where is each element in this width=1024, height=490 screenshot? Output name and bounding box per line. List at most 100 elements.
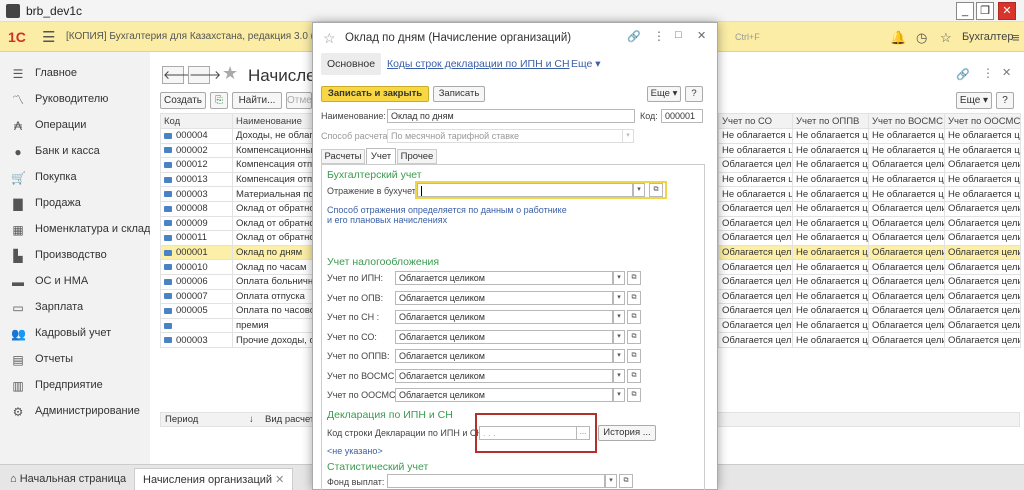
tax-dropdown-icon[interactable]: ▾ xyxy=(613,290,625,305)
tax-open-icon[interactable]: ⧉ xyxy=(627,368,641,383)
user-name[interactable]: Бухгалтер xyxy=(962,31,1013,43)
more-icon[interactable]: ⋮ xyxy=(653,29,665,43)
tax-row-field[interactable]: Облагается целиком xyxy=(395,349,613,363)
link-icon[interactable]: 🔗 xyxy=(956,68,970,81)
sidebar-item-admin[interactable]: ⚙ Администрирование xyxy=(0,399,150,425)
row-item-icon xyxy=(164,147,172,154)
decl-code-field[interactable]: . . . xyxy=(479,426,577,440)
link-icon[interactable]: 🔗 xyxy=(627,30,641,43)
history-icon[interactable]: ◷ xyxy=(916,30,927,46)
col-so[interactable]: Учет по СО xyxy=(718,113,793,129)
tax-open-icon[interactable]: ⧉ xyxy=(627,329,641,344)
sidebar-item-hr[interactable]: 👥 Кадровый учет xyxy=(0,321,150,347)
col-vosms[interactable]: Учет по ВОСМС xyxy=(868,113,945,129)
close-window-button[interactable]: ✕ xyxy=(998,2,1016,20)
list-help-button[interactable]: ? xyxy=(996,92,1014,109)
tax-dropdown-icon[interactable]: ▾ xyxy=(613,388,625,402)
tax-open-icon[interactable]: ⧉ xyxy=(627,310,641,324)
tab-main[interactable]: Основное xyxy=(321,53,381,75)
tax-dropdown-icon[interactable]: ▾ xyxy=(613,271,625,285)
tax-row-field[interactable]: Облагается целиком xyxy=(395,368,613,383)
tab-accounting[interactable]: Учет xyxy=(366,148,396,165)
sidebar-item-reports[interactable]: ▤ Отчеты xyxy=(0,347,150,373)
find-button[interactable]: Найти... xyxy=(232,92,282,109)
save-button[interactable]: Записать xyxy=(433,86,485,102)
minimize-button[interactable]: _ xyxy=(956,2,974,20)
cell-name: Доходы, не облагаемые xyxy=(232,128,315,144)
reflect-open-icon[interactable]: ⧉ xyxy=(649,183,663,197)
name-field[interactable]: Оклад по дням xyxy=(387,109,635,123)
cell-name: Материальная помощь xyxy=(232,186,315,202)
copy-icon[interactable]: ⎘ xyxy=(210,92,228,109)
close-page-icon[interactable]: ✕ xyxy=(1002,66,1011,79)
close-icon[interactable]: ✕ xyxy=(697,29,706,42)
tax-row-field[interactable]: Облагается целиком xyxy=(395,310,613,324)
tab-other[interactable]: Прочее xyxy=(397,149,437,164)
hamburger-icon[interactable]: ☰ xyxy=(42,28,55,46)
favorite-icon[interactable]: ☆ xyxy=(323,30,336,47)
chart-icon: 〽 xyxy=(11,93,24,107)
sidebar-item-salary[interactable]: ▭ Зарплата xyxy=(0,295,150,321)
more-actions-icon[interactable]: ⋮ xyxy=(982,66,994,80)
decl-select-icon[interactable]: … xyxy=(576,426,590,440)
sidebar-item-assets[interactable]: ▬ ОС и НМА xyxy=(0,269,150,295)
sidebar-item-sales[interactable]: ▇ Продажа xyxy=(0,191,150,217)
sidebar-item-warehouse[interactable]: ▦ Номенклатура и склад xyxy=(0,217,150,243)
sidebar-item-main[interactable]: ☰ Главное xyxy=(0,61,150,87)
col-oppv[interactable]: Учет по ОППВ xyxy=(792,113,869,129)
fund-dropdown-icon[interactable]: ▾ xyxy=(605,474,617,488)
tax-row-field[interactable]: Облагается целиком xyxy=(395,271,613,285)
reflect-dropdown-icon[interactable]: ▾ xyxy=(633,183,645,197)
tab-more[interactable]: Еще ▾ xyxy=(571,58,601,70)
bell-icon[interactable]: 🔔 xyxy=(890,30,906,46)
sidebar-item-manager[interactable]: 〽 Руководителю xyxy=(0,87,150,113)
tax-row-field[interactable]: Облагается целиком xyxy=(395,388,613,402)
tax-open-icon[interactable]: ⧉ xyxy=(627,271,641,285)
sidebar-item-purchase[interactable]: 🛒 Покупка xyxy=(0,165,150,191)
close-tab-icon[interactable]: ✕ xyxy=(275,474,284,486)
tax-row-field[interactable]: Облагается целиком xyxy=(395,290,613,305)
fund-field[interactable] xyxy=(387,474,605,488)
restore-button[interactable]: ❐ xyxy=(976,2,994,20)
tax-open-icon[interactable]: ⧉ xyxy=(627,349,641,363)
cancel-search-button[interactable]: Отменить поиск xyxy=(286,92,312,109)
tax-dropdown-icon[interactable]: ▾ xyxy=(613,310,625,324)
col-oosms[interactable]: Учет по ООСМС xyxy=(944,113,1021,129)
col-name[interactable]: Наименование xyxy=(232,113,315,129)
code-field[interactable]: 000001 xyxy=(661,109,703,123)
tax-open-icon[interactable]: ⧉ xyxy=(627,290,641,305)
sidebar-item-operations[interactable]: ₳ Операции xyxy=(0,113,150,139)
tax-dropdown-icon[interactable]: ▾ xyxy=(613,329,625,344)
tax-open-icon[interactable]: ⧉ xyxy=(627,388,641,402)
not-set-link[interactable]: <не указано> xyxy=(327,446,383,456)
modal-help-button[interactable]: ? xyxy=(685,86,703,102)
sidebar-item-enterprise[interactable]: ▥ Предприятие xyxy=(0,373,150,399)
home-tab[interactable]: ⌂ Начальная страница xyxy=(2,468,134,490)
modal-more-button[interactable]: Еще ▾ xyxy=(647,86,681,102)
accruals-tab[interactable]: Начисления организаций ✕ xyxy=(134,468,294,490)
tax-dropdown-icon[interactable]: ▾ xyxy=(613,368,625,383)
sidebar-item-production[interactable]: ▙ Производство xyxy=(0,243,150,269)
fund-open-icon[interactable]: ⧉ xyxy=(619,474,633,488)
create-button[interactable]: Создать xyxy=(160,92,206,109)
sidebar-item-bank[interactable]: ● Банк и касса xyxy=(0,139,150,165)
history-button[interactable]: История ... xyxy=(598,425,656,441)
tax-row-field[interactable]: Облагается целиком xyxy=(395,329,613,344)
forward-button[interactable]: 🡒 xyxy=(188,66,221,84)
tax-dropdown-icon[interactable]: ▾ xyxy=(613,349,625,363)
col-code[interactable]: Код xyxy=(160,113,233,129)
back-button[interactable]: 🡐 xyxy=(162,66,195,84)
list-more-button[interactable]: Еще ▾ xyxy=(956,92,992,109)
reflect-field[interactable] xyxy=(417,183,633,197)
tab-decl-codes[interactable]: Коды строк декларации по ИПН и СН xyxy=(387,58,570,70)
cell-so: Облагается целиком xyxy=(718,332,793,348)
cell-code: 000010 xyxy=(160,259,233,275)
sort-down-icon[interactable]: ↓ xyxy=(249,414,254,425)
tab-calculations[interactable]: Расчеты xyxy=(321,149,365,164)
favorite-star-icon[interactable]: ★ xyxy=(222,63,238,84)
maximize-icon[interactable]: □ xyxy=(675,29,682,41)
settings-icon[interactable]: ≡ xyxy=(1012,30,1020,45)
save-close-button[interactable]: Записать и закрыть xyxy=(321,86,429,102)
col-period[interactable]: Период xyxy=(165,414,198,425)
star-icon[interactable]: ☆ xyxy=(940,30,952,46)
